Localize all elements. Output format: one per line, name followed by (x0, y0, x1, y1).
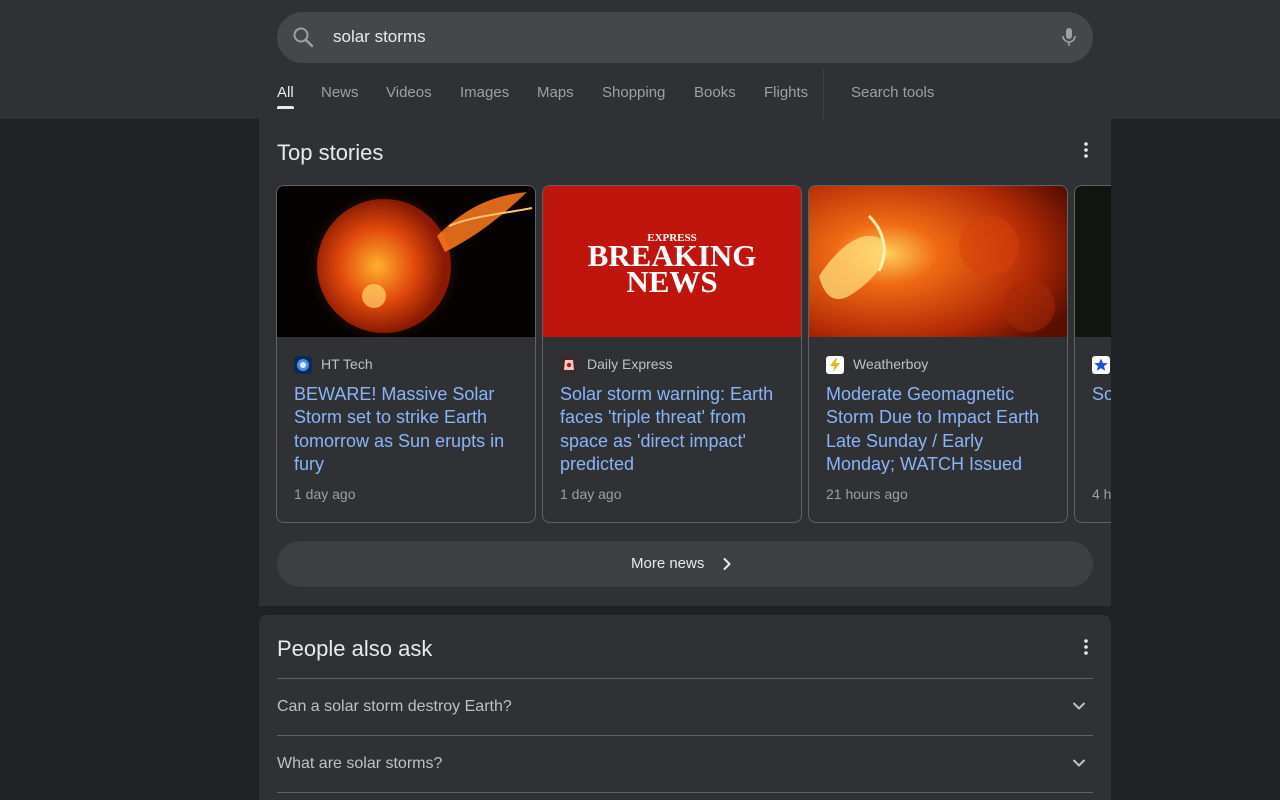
question-item[interactable]: Can a solar storm destroy Earth? (277, 678, 1093, 735)
tab-books[interactable]: Books (694, 84, 736, 101)
tab-videos[interactable]: Videos (386, 84, 432, 101)
more-options-icon[interactable] (1076, 140, 1096, 160)
search-icon[interactable] (291, 25, 315, 49)
top-stories-carousel[interactable]: HT Tech BEWARE! Massive Solar Storm set … (276, 185, 1111, 524)
tab-images[interactable]: Images (460, 84, 509, 101)
more-news-button[interactable]: More news (277, 541, 1093, 587)
news-text: NEWS (626, 264, 717, 299)
divider (277, 792, 1093, 793)
tab-maps[interactable]: Maps (537, 84, 574, 101)
top-stories-section: Top stories HT Tech BEWARE! Massive Sola… (259, 119, 1111, 606)
active-tab-indicator (277, 106, 294, 109)
story-card[interactable]: EXPRESS BREAKING NEWS Daily Express Sola… (542, 185, 802, 523)
weatherboy-logo-icon (826, 356, 844, 374)
search-tools-button[interactable]: Search tools (851, 84, 934, 101)
story-headline-link[interactable]: So Mo (1092, 383, 1111, 406)
story-image-sun (277, 186, 535, 337)
story-source: Weatherboy (853, 356, 929, 372)
star-logo-icon (1092, 356, 1110, 374)
story-image-solar-surface (809, 186, 1067, 337)
question-item[interactable]: What are solar storms? (277, 735, 1093, 792)
story-headline-link[interactable]: Solar storm warning: Earth faces 'triple… (560, 383, 788, 477)
story-timestamp: 4 h (1092, 486, 1111, 502)
tab-news[interactable]: News (321, 84, 359, 101)
chevron-down-icon[interactable] (1069, 696, 1089, 716)
question-text: Can a solar storm destroy Earth? (277, 698, 512, 715)
chevron-right-icon (723, 558, 731, 570)
tab-divider (823, 68, 824, 119)
story-source: HT Tech (321, 356, 373, 372)
chevron-down-icon[interactable] (1069, 753, 1089, 773)
question-text: What are solar storms? (277, 755, 443, 772)
story-card[interactable]: Weatherboy Moderate Geomagnetic Storm Du… (808, 185, 1068, 523)
ht-tech-logo-icon (294, 356, 312, 374)
tab-shopping[interactable]: Shopping (602, 84, 665, 101)
more-news-label: More news (631, 555, 705, 572)
search-header: solar storms All News Videos Images Maps… (0, 0, 1280, 119)
story-headline-link[interactable]: Moderate Geomagnetic Storm Due to Impact… (826, 383, 1054, 477)
mic-icon[interactable] (1057, 25, 1081, 49)
search-tabs: All News Videos Images Maps Shopping Boo… (277, 68, 1093, 119)
search-input[interactable]: solar storms (333, 27, 426, 47)
story-image-dark (1075, 186, 1111, 337)
story-timestamp: 21 hours ago (826, 486, 908, 502)
people-also-ask-title: People also ask (277, 636, 433, 661)
more-options-icon[interactable] (1076, 637, 1096, 657)
story-card[interactable]: HT Tech BEWARE! Massive Solar Storm set … (276, 185, 536, 523)
story-card[interactable]: So Mo 4 h (1074, 185, 1111, 523)
tab-all[interactable]: All (277, 84, 294, 101)
search-box[interactable]: solar storms (277, 12, 1093, 63)
daily-express-logo-icon (560, 356, 578, 374)
story-headline-link[interactable]: BEWARE! Massive Solar Storm set to strik… (294, 383, 522, 477)
top-stories-title: Top stories (277, 140, 384, 165)
story-timestamp: 1 day ago (560, 486, 622, 502)
story-source: Daily Express (587, 356, 673, 372)
tab-flights[interactable]: Flights (764, 84, 808, 101)
story-timestamp: 1 day ago (294, 486, 356, 502)
people-also-ask-section: People also ask Can a solar storm destro… (259, 615, 1111, 800)
story-image-breaking-news: EXPRESS BREAKING NEWS (543, 186, 801, 337)
